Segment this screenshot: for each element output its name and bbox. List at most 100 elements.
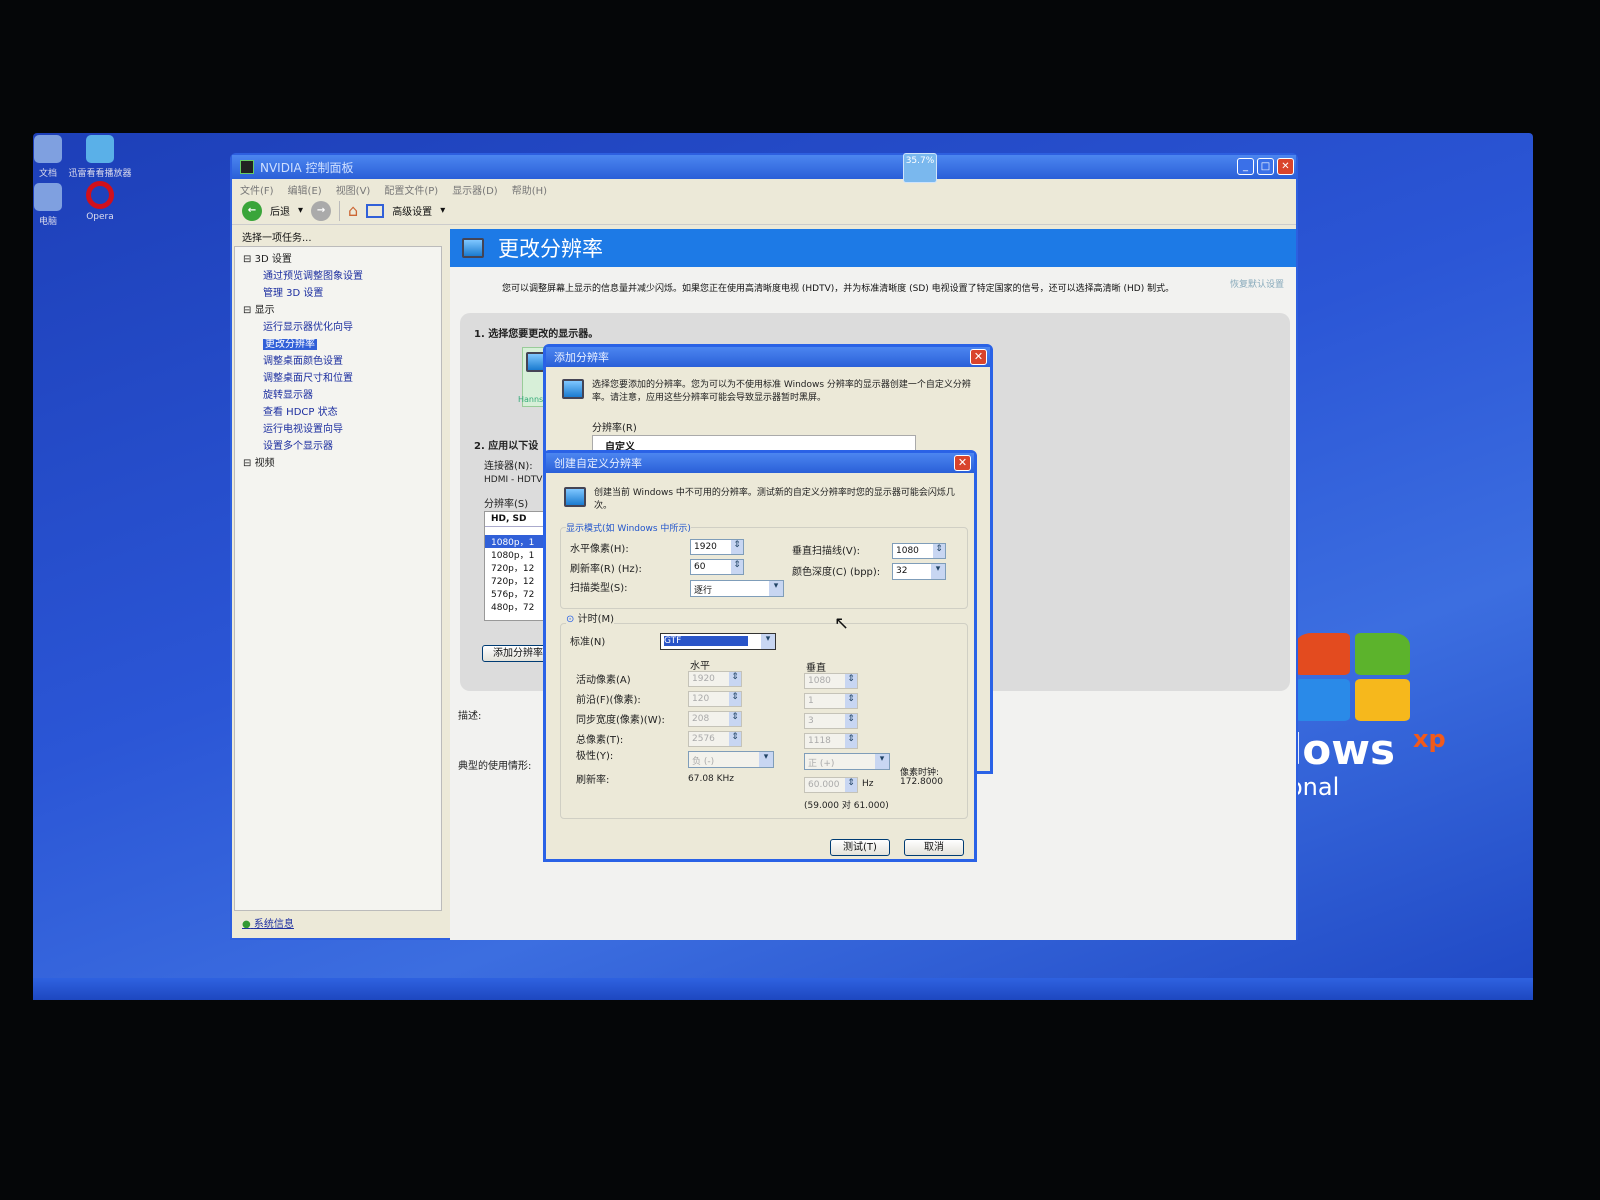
tree-item[interactable]: ⊟ 3D 设置 bbox=[241, 249, 435, 266]
dialog-title-bar[interactable]: 创建自定义分辨率 bbox=[546, 453, 974, 473]
chevron-down-icon: ▾ bbox=[769, 581, 783, 596]
tree-item[interactable]: 管理 3D 设置 bbox=[241, 283, 435, 300]
task-pane: 选择一项任务... ⊟ 3D 设置 通过预览调整图象设置 管理 3D 设置 ⊟ 显示运… bbox=[234, 227, 442, 935]
scan-select[interactable]: 逐行 ▾ bbox=[690, 580, 784, 597]
step2-label: 2. 应用以下设 bbox=[474, 441, 539, 452]
logo-xp: xp bbox=[1413, 725, 1446, 753]
tree-item-label: 运行电视设置向导 bbox=[263, 424, 343, 435]
tree-item-label: 设置多个显示器 bbox=[263, 441, 333, 452]
page-title: 更改分辨率 bbox=[498, 237, 603, 261]
clock-value: 172.8000 bbox=[900, 777, 943, 787]
tree-item[interactable]: 更改分辨率 bbox=[241, 334, 435, 351]
back-button[interactable]: 后退 bbox=[270, 203, 290, 218]
tree-item[interactable]: 调整桌面颜色设置 bbox=[241, 351, 435, 368]
tree-item-label: 查看 HDCP 状态 bbox=[263, 407, 338, 418]
close-button[interactable]: ✕ bbox=[954, 455, 971, 471]
advanced-settings-button[interactable]: 高级设置 bbox=[392, 203, 432, 218]
tree-item[interactable]: ⊟ 视频 bbox=[241, 453, 435, 470]
standard-select[interactable]: GTF ▾ bbox=[660, 633, 776, 650]
menu-help[interactable]: 帮助(H) bbox=[512, 182, 547, 197]
timing-toggle[interactable]: ⊙ 计时(M) bbox=[566, 610, 615, 625]
expand-icon[interactable]: ⊟ bbox=[243, 305, 251, 316]
tree-item[interactable]: 查看 HDCP 状态 bbox=[241, 402, 435, 419]
expand-icon[interactable]: ⊟ bbox=[243, 458, 251, 469]
menu-profile[interactable]: 配置文件(P) bbox=[384, 182, 438, 197]
custom-resolution-dialog: 创建自定义分辨率 ✕ 创建当前 Windows 中不可用的分辨率。测试新的自定义… bbox=[543, 450, 977, 862]
minimize-button[interactable]: _ bbox=[1237, 158, 1254, 175]
expand-icon[interactable]: ⊟ bbox=[243, 254, 251, 265]
depth-select[interactable]: 32 ▾ bbox=[892, 563, 946, 580]
horizontal-header: 水平 bbox=[690, 661, 710, 672]
tree-item-label: 视频 bbox=[254, 458, 275, 469]
advanced-settings-icon bbox=[366, 203, 385, 218]
back-arrow-icon[interactable]: ← bbox=[242, 200, 262, 221]
rate-label: 刷新率: bbox=[576, 775, 610, 786]
tree-item-label: 调整桌面颜色设置 bbox=[263, 356, 343, 367]
dialog-title-bar[interactable]: 添加分辨率 bbox=[546, 347, 990, 367]
timing-v-input[interactable]: 1 bbox=[804, 693, 858, 709]
window-title: NVIDIA 控制面板 bbox=[260, 160, 354, 175]
tree-item-label: 运行显示器优化向导 bbox=[263, 322, 353, 333]
desktop-icon-opera[interactable]: Opera bbox=[65, 181, 135, 222]
tree-item[interactable]: 通过预览调整图象设置 bbox=[241, 266, 435, 283]
timing-h-input[interactable]: 2576 bbox=[688, 731, 742, 747]
v-lines-label: 垂直扫描线(V): bbox=[792, 546, 861, 557]
menu-view[interactable]: 视图(V) bbox=[336, 182, 371, 197]
close-button[interactable]: ✕ bbox=[970, 349, 987, 365]
mouse-cursor-icon: ↖ bbox=[834, 613, 850, 634]
logo-text: lows bbox=[1288, 725, 1396, 774]
forward-arrow-icon[interactable]: → bbox=[311, 200, 332, 221]
restore-defaults-link[interactable]: 恢复默认设置 bbox=[1230, 277, 1284, 290]
tree-item[interactable]: 设置多个显示器 bbox=[241, 436, 435, 453]
tree-item-label: 更改分辨率 bbox=[263, 339, 317, 350]
tree-item-label: 旋转显示器 bbox=[263, 390, 313, 401]
tree-item[interactable]: 运行电视设置向导 bbox=[241, 419, 435, 436]
timing-v-input[interactable]: 1080 bbox=[804, 673, 858, 689]
v-lines-input[interactable]: 1080 bbox=[892, 543, 946, 559]
connector-value[interactable]: HDMI - HDTV bbox=[484, 475, 542, 485]
tree-item[interactable]: 旋转显示器 bbox=[241, 385, 435, 402]
polarity-v-select[interactable]: 正 (+) ▾ bbox=[804, 753, 890, 770]
title-bar[interactable]: NVIDIA 控制面板 bbox=[232, 155, 1296, 179]
polarity-h-select[interactable]: 负 (-) ▾ bbox=[688, 751, 774, 768]
close-button[interactable]: ✕ bbox=[1277, 158, 1294, 175]
dialog-text: 创建当前 Windows 中不可用的分辨率。测试新的自定义分辨率时您的显示器可能… bbox=[594, 488, 955, 511]
timing-v-input[interactable]: 1118 bbox=[804, 733, 858, 749]
menu-file[interactable]: 文件(F) bbox=[240, 182, 274, 197]
desktop-icon-xunlei[interactable]: 迅雷看看播放器 bbox=[65, 135, 135, 179]
step1-label: 1. 选择您要更改的显示器。 bbox=[474, 329, 599, 340]
test-button[interactable]: 测试(T) bbox=[830, 839, 890, 856]
tree-item[interactable]: 运行显示器优化向导 bbox=[241, 317, 435, 334]
monitor-icon bbox=[564, 487, 586, 507]
back-dropdown-icon[interactable]: ▾ bbox=[298, 205, 303, 216]
info-icon: ● bbox=[242, 919, 251, 930]
maximize-button[interactable]: □ bbox=[1257, 158, 1274, 175]
h-pixels-label: 水平像素(H): bbox=[570, 544, 629, 555]
windows-logo bbox=[1295, 633, 1415, 723]
timing-v-input[interactable]: 3 bbox=[804, 713, 858, 729]
tree-item[interactable]: ⊟ 显示 bbox=[241, 300, 435, 317]
menu-display[interactable]: 显示器(D) bbox=[452, 182, 498, 197]
system-info-link[interactable]: ● 系统信息 bbox=[234, 911, 442, 934]
timing-row-label: 总像素(T): bbox=[576, 735, 624, 746]
home-icon[interactable]: ⌂ bbox=[348, 201, 358, 220]
h-pixels-input[interactable]: 1920 bbox=[690, 539, 744, 555]
timing-h-input[interactable]: 208 bbox=[688, 711, 742, 727]
monitor-name: Hanns bbox=[518, 395, 544, 404]
taskbar[interactable] bbox=[33, 978, 1533, 1000]
refresh-input[interactable]: 60 bbox=[690, 559, 744, 575]
tree-item[interactable]: 调整桌面尺寸和位置 bbox=[241, 368, 435, 385]
chevron-down-icon: ▾ bbox=[875, 754, 889, 769]
connector-label: 连接器(N): bbox=[484, 461, 533, 472]
monitor-icon bbox=[562, 379, 584, 399]
timing-h-input[interactable]: 120 bbox=[688, 691, 742, 707]
depth-value: 32 bbox=[896, 566, 908, 576]
cancel-button[interactable]: 取消 bbox=[904, 839, 964, 856]
menu-edit[interactable]: 编辑(E) bbox=[288, 182, 322, 197]
timing-h-input[interactable]: 1920 bbox=[688, 671, 742, 687]
timing-row-label: 同步宽度(像素)(W): bbox=[576, 715, 665, 726]
dialog-title: 创建自定义分辨率 bbox=[554, 457, 642, 470]
chevron-down-icon: ▾ bbox=[759, 752, 773, 767]
dropdown-icon: ▾ bbox=[440, 205, 446, 216]
v-rate-input[interactable]: 60.000 bbox=[804, 777, 858, 793]
